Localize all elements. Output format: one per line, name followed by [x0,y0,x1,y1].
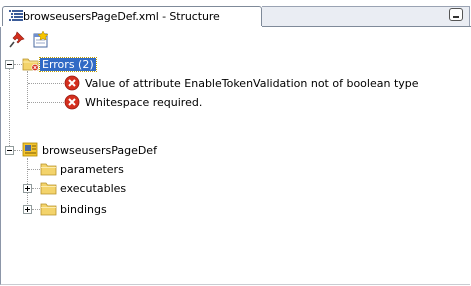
error-icon [64,75,80,91]
page-definition-icon [22,142,38,157]
pin-icon[interactable] [8,31,26,49]
folder-icon [40,203,57,216]
folder-icon [40,163,57,176]
folder-label: executables [60,182,127,195]
new-view-icon[interactable] [32,31,50,49]
expand-icon[interactable] [23,205,32,214]
expand-icon[interactable] [23,184,32,193]
errors-label: Errors (2) [39,57,97,72]
collapse-icon[interactable] [5,60,14,69]
error-folder-icon [22,58,39,71]
tree-node-error-1[interactable]: Value of attribute EnableTokenValidation… [0,74,471,94]
tab-strip: browseusersPageDef.xml - Structure [0,0,471,27]
tree-node-pagedef[interactable]: browseusersPageDef [0,141,471,161]
error-message: Whitespace required. [85,96,203,109]
tab-structure[interactable]: browseusersPageDef.xml - Structure [2,6,262,26]
tree-node-parameters[interactable]: parameters [0,160,471,180]
minimize-button[interactable] [449,8,463,21]
folder-label: parameters [60,163,124,176]
tree-node-error-2[interactable]: Whitespace required. [0,93,471,113]
toolbar [0,27,471,53]
structure-icon [9,10,23,21]
error-message: Value of attribute EnableTokenValidation… [85,77,419,90]
error-icon [64,94,80,110]
tree-node-executables[interactable]: executables [0,179,471,199]
tree-node-errors[interactable]: Errors (2) [0,55,471,75]
collapse-icon[interactable] [5,146,14,155]
tab-title: browseusersPageDef.xml - Structure [23,10,220,23]
folder-label: bindings [60,203,107,216]
tree-node-bindings[interactable]: bindings [0,200,471,220]
tab-strip-empty [262,6,470,26]
pagedef-label: browseusersPageDef [42,144,157,157]
folder-icon [40,182,57,195]
